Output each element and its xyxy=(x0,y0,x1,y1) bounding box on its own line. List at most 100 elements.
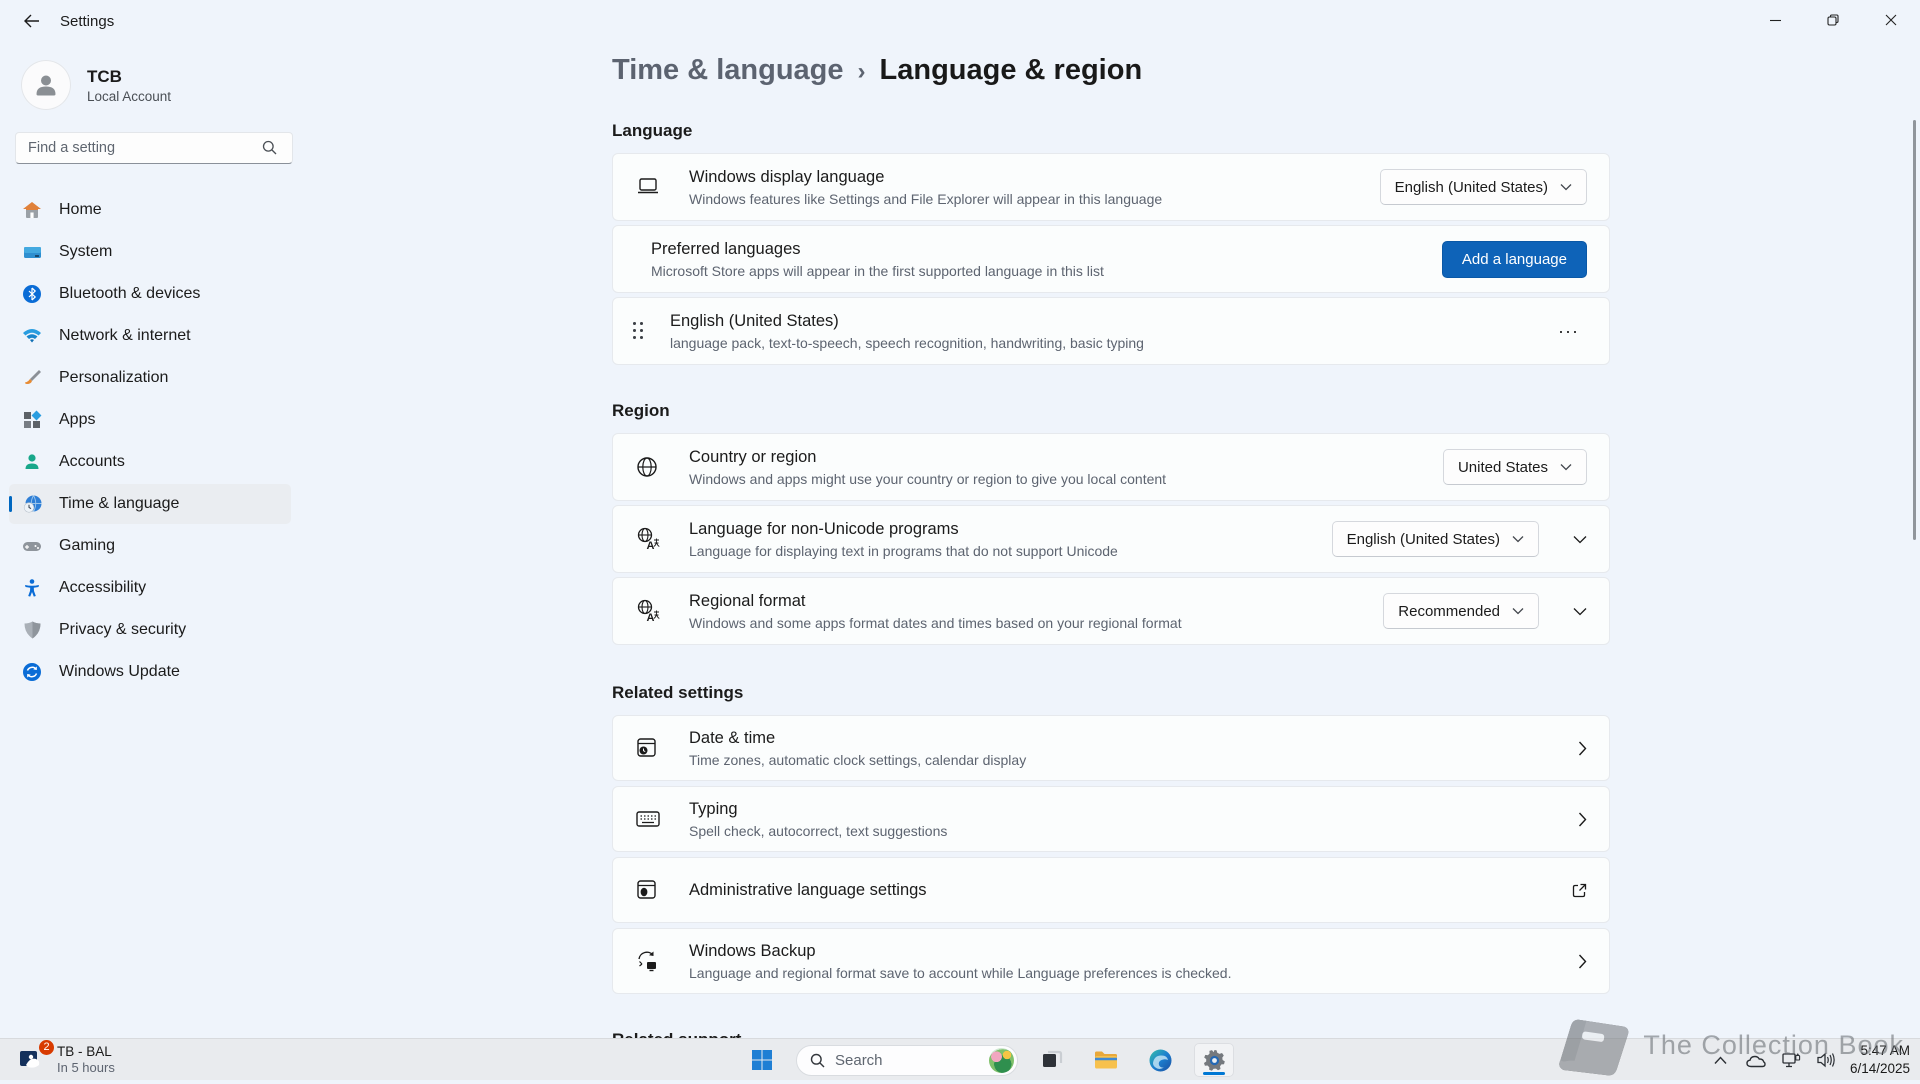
volume-tray-icon[interactable] xyxy=(1815,1047,1837,1073)
sidebar-nav: Home System Bluetooth & devices Network … xyxy=(9,190,291,692)
row-administrative-language-settings[interactable]: Administrative language settings xyxy=(612,857,1610,923)
sidebar-item-windows-update[interactable]: Windows Update xyxy=(9,652,291,692)
row-typing[interactable]: Typing Spell check, autocorrect, text su… xyxy=(612,786,1610,852)
drag-handle-icon[interactable] xyxy=(633,322,644,340)
user-name: TCB xyxy=(87,67,171,87)
chevron-down-icon xyxy=(1573,535,1587,544)
edge-browser-button[interactable] xyxy=(1140,1043,1180,1077)
search-highlight-image xyxy=(989,1048,1014,1073)
sidebar-item-label: Accessibility xyxy=(59,579,146,597)
sidebar-item-network-internet[interactable]: Network & internet xyxy=(9,316,291,356)
back-button[interactable] xyxy=(14,8,48,34)
update-icon xyxy=(21,661,43,683)
bluetooth-icon xyxy=(21,283,43,305)
close-icon xyxy=(1885,14,1897,26)
expand-row-button[interactable] xyxy=(1553,607,1587,616)
start-button[interactable] xyxy=(742,1043,782,1077)
sidebar-item-bluetooth-devices[interactable]: Bluetooth & devices xyxy=(9,274,291,314)
main-content: Time & language › Language & region Lang… xyxy=(300,42,1920,1038)
country-dropdown[interactable]: United States xyxy=(1443,449,1587,485)
dropdown-value: English (United States) xyxy=(1347,531,1500,548)
non-unicode-dropdown[interactable]: English (United States) xyxy=(1332,521,1539,557)
external-link-icon xyxy=(1572,883,1587,898)
add-language-button[interactable]: Add a language xyxy=(1442,241,1587,278)
sidebar-item-system[interactable]: System xyxy=(9,232,291,272)
accessibility-icon xyxy=(21,577,43,599)
widgets-button[interactable]: 2 TB - BAL In 5 hours xyxy=(10,1042,123,1077)
display-language-dropdown[interactable]: English (United States) xyxy=(1380,169,1587,205)
sidebar-item-label: Bluetooth & devices xyxy=(59,285,200,303)
row-subtitle: Language for displaying text in programs… xyxy=(689,543,1332,559)
language-list-item-english-us[interactable]: English (United States) language pack, t… xyxy=(612,297,1610,365)
expand-row-button[interactable] xyxy=(1553,535,1587,544)
sidebar-item-label: Apps xyxy=(59,411,95,429)
language-item-subtitle: language pack, text-to-speech, speech re… xyxy=(670,335,1550,351)
search-input[interactable] xyxy=(15,132,293,164)
row-title: Regional format xyxy=(689,592,1383,611)
widget-subtitle: In 5 hours xyxy=(57,1060,115,1075)
keyboard-icon xyxy=(635,809,669,829)
sidebar-item-label: Time & language xyxy=(59,495,179,513)
back-arrow-icon xyxy=(23,14,40,28)
chevron-right-icon xyxy=(1578,954,1587,969)
sidebar-item-privacy-security[interactable]: Privacy & security xyxy=(9,610,291,650)
sidebar-item-label: Gaming xyxy=(59,537,115,555)
windows-logo-icon xyxy=(750,1048,774,1072)
row-subtitle: Windows and some apps format dates and t… xyxy=(689,615,1383,631)
row-preferred-languages: Preferred languages Microsoft Store apps… xyxy=(612,225,1610,293)
row-title: Administrative language settings xyxy=(689,881,1558,900)
row-title: Preferred languages xyxy=(651,240,1442,259)
admin-language-icon xyxy=(635,878,669,902)
task-view-button[interactable] xyxy=(1032,1043,1072,1077)
row-subtitle: Language and regional format save to acc… xyxy=(689,965,1564,981)
row-title: Typing xyxy=(689,800,1564,819)
sidebar-item-gaming[interactable]: Gaming xyxy=(9,526,291,566)
apps-icon xyxy=(21,409,43,431)
vertical-scrollbar[interactable] xyxy=(1913,120,1916,540)
tray-show-hidden-icons-button[interactable] xyxy=(1710,1047,1732,1073)
chevron-right-icon xyxy=(1578,741,1587,756)
onedrive-cloud-icon[interactable] xyxy=(1745,1047,1767,1073)
sidebar-item-label: Windows Update xyxy=(59,663,180,681)
chevron-up-icon xyxy=(1714,1056,1727,1065)
svg-text:A: A xyxy=(647,540,655,552)
row-title: Windows Backup xyxy=(689,942,1564,961)
breadcrumb-parent[interactable]: Time & language xyxy=(612,54,844,87)
user-account[interactable]: TCB Local Account xyxy=(9,52,291,132)
sidebar-item-home[interactable]: Home xyxy=(9,190,291,230)
settings-app-button[interactable] xyxy=(1194,1043,1234,1077)
section-heading-region: Region xyxy=(612,401,1920,421)
sidebar-item-time-language[interactable]: Time & language xyxy=(9,484,291,524)
chevron-right-icon xyxy=(1578,812,1587,827)
sidebar-item-personalization[interactable]: Personalization xyxy=(9,358,291,398)
language-globe-icon: A xyxy=(635,526,669,552)
network-tray-icon[interactable] xyxy=(1780,1047,1802,1073)
close-button[interactable] xyxy=(1862,0,1920,40)
brush-icon xyxy=(21,367,43,389)
sidebar-item-accessibility[interactable]: Accessibility xyxy=(9,568,291,608)
backup-sync-icon xyxy=(635,949,669,973)
minimize-button[interactable] xyxy=(1746,0,1804,40)
sidebar-item-accounts[interactable]: Accounts xyxy=(9,442,291,482)
clock[interactable]: 5:47 AM 6/14/2025 xyxy=(1850,1042,1910,1077)
row-date-time[interactable]: Date & time Time zones, automatic clock … xyxy=(612,715,1610,781)
chevron-down-icon xyxy=(1560,183,1572,191)
more-options-button[interactable]: ··· xyxy=(1550,317,1587,346)
account-icon xyxy=(21,451,43,473)
row-windows-backup[interactable]: Windows Backup Language and regional for… xyxy=(612,928,1610,994)
row-title: Date & time xyxy=(689,729,1564,748)
file-explorer-button[interactable] xyxy=(1086,1043,1126,1077)
taskbar-search-box[interactable]: Search xyxy=(796,1045,1018,1076)
search-icon xyxy=(262,140,277,160)
sidebar-item-apps[interactable]: Apps xyxy=(9,400,291,440)
restore-button[interactable] xyxy=(1804,0,1862,40)
gamepad-icon xyxy=(21,535,43,557)
regional-format-dropdown[interactable]: Recommended xyxy=(1383,593,1539,629)
row-title: Windows display language xyxy=(689,168,1380,187)
chevron-down-icon xyxy=(1512,535,1524,543)
minimize-icon xyxy=(1770,15,1781,26)
dropdown-value: United States xyxy=(1458,459,1548,476)
language-item-title: English (United States) xyxy=(670,312,1550,331)
row-subtitle: Windows and apps might use your country … xyxy=(689,471,1443,487)
svg-text:A: A xyxy=(647,612,655,624)
